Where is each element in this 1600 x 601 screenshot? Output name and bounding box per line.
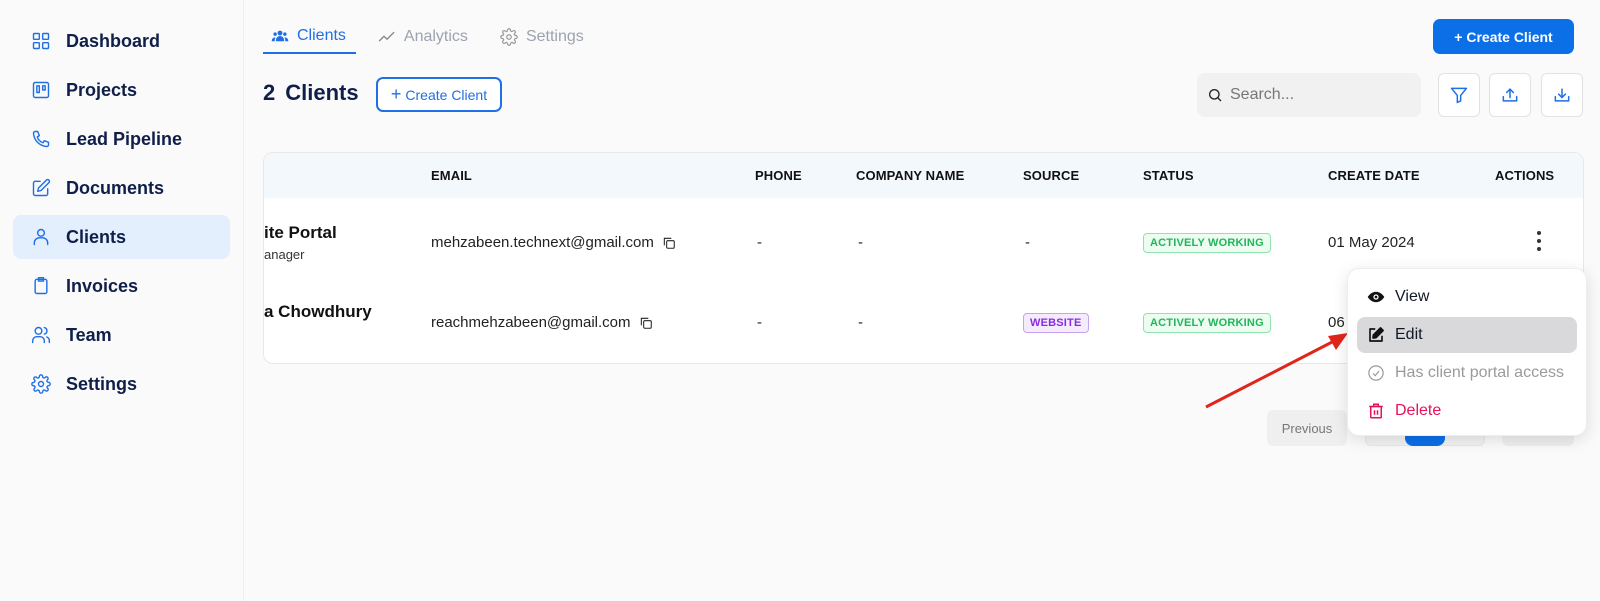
- search-icon: [1209, 89, 1222, 102]
- client-company: -: [858, 234, 863, 251]
- menu-item-label: Has client portal access: [1395, 364, 1564, 381]
- download-icon: [1554, 88, 1570, 102]
- sidebar-item-label: Settings: [66, 373, 138, 394]
- menu-item-edit[interactable]: Edit: [1357, 317, 1577, 353]
- eye-icon: [1367, 291, 1385, 303]
- column-header-email[interactable]: EMAIL: [431, 168, 472, 183]
- menu-item-view[interactable]: View: [1357, 279, 1577, 315]
- kanban-icon: [31, 80, 51, 100]
- check-circle-icon: [1368, 365, 1384, 381]
- edit-document-icon: [31, 178, 51, 198]
- filter-button[interactable]: [1438, 73, 1480, 117]
- email-text: reachmehzabeen@gmail.com: [431, 314, 631, 331]
- create-client-label: Create Client: [405, 86, 488, 103]
- upload-icon: [1502, 88, 1518, 102]
- client-email: reachmehzabeen@gmail.com: [431, 314, 653, 331]
- table-row[interactable]: ite Portal anager mehzabeen.technext@gma…: [264, 198, 1583, 278]
- client-phone: -: [757, 234, 762, 251]
- kebab-dot: [1537, 247, 1541, 251]
- status-badge: ACTIVELY WORKING: [1143, 233, 1271, 253]
- sidebar-item-projects[interactable]: Projects: [13, 68, 230, 112]
- tab-settings[interactable]: Settings: [492, 20, 594, 54]
- sidebar-item-dashboard[interactable]: Dashboard: [13, 19, 230, 63]
- trend-icon: [378, 31, 395, 42]
- client-create-date: 01 May 2024: [1328, 234, 1415, 251]
- download-button[interactable]: [1541, 73, 1583, 117]
- app-root: Dashboard Projects Lead Pipeline Documen…: [0, 0, 1600, 601]
- client-count: 2: [263, 80, 276, 105]
- client-create-date: 06: [1328, 314, 1345, 331]
- column-header-phone[interactable]: PHONE: [755, 168, 802, 183]
- sidebar-item-label: Team: [66, 324, 112, 345]
- column-header-status[interactable]: STATUS: [1143, 168, 1194, 183]
- client-name[interactable]: a Chowdhury: [264, 302, 372, 322]
- gear-icon: [500, 28, 518, 46]
- menu-item-label: View: [1395, 288, 1430, 305]
- menu-item-label: Edit: [1395, 326, 1423, 343]
- plus-icon: +: [390, 84, 402, 104]
- phone-icon: [31, 129, 51, 149]
- sidebar-item-documents[interactable]: Documents: [13, 166, 230, 210]
- table-header: EMAIL PHONE COMPANY NAME SOURCE STATUS C…: [264, 153, 1583, 198]
- client-count-label: Clients: [285, 80, 359, 105]
- upload-button[interactable]: [1489, 73, 1531, 117]
- menu-item-delete[interactable]: Delete: [1357, 393, 1577, 429]
- tab-label: Clients: [297, 27, 346, 44]
- tab-analytics[interactable]: Analytics: [370, 20, 478, 54]
- tab-bar: Clients Analytics Settings: [263, 20, 608, 54]
- client-source: -: [1025, 234, 1030, 251]
- row-actions-button[interactable]: [1535, 231, 1543, 251]
- sidebar-item-team[interactable]: Team: [13, 313, 230, 357]
- sidebar-item-settings[interactable]: Settings: [13, 362, 230, 406]
- email-text: mehzabeen.technext@gmail.com: [431, 234, 654, 251]
- kebab-dot: [1537, 239, 1541, 243]
- client-name[interactable]: ite Portal: [264, 223, 337, 243]
- column-header-company[interactable]: COMPANY NAME: [856, 168, 964, 183]
- sidebar-item-label: Invoices: [66, 275, 139, 296]
- users-icon: [271, 30, 289, 42]
- sidebar-item-lead-pipeline[interactable]: Lead Pipeline: [13, 117, 230, 161]
- pencil-square-icon: [1369, 327, 1384, 342]
- clipboard-icon: [31, 276, 51, 296]
- sidebar-item-label: Projects: [66, 79, 138, 100]
- sidebar-item-label: Documents: [66, 177, 165, 198]
- kebab-dot: [1537, 231, 1541, 235]
- users-icon: [31, 325, 51, 345]
- sidebar-item-label: Lead Pipeline: [66, 128, 183, 149]
- column-header-source[interactable]: SOURCE: [1023, 168, 1079, 183]
- source-badge: WEBSITE: [1023, 313, 1089, 333]
- sidebar-item-label: Clients: [66, 226, 127, 247]
- tab-label: Analytics: [403, 28, 468, 45]
- tab-clients[interactable]: Clients: [263, 20, 356, 54]
- menu-item-label: Delete: [1395, 402, 1442, 419]
- sidebar-item-label: Dashboard: [66, 30, 161, 51]
- sidebar-item-clients[interactable]: Clients: [13, 215, 230, 259]
- client-role: anager: [264, 247, 305, 262]
- client-company: -: [858, 314, 863, 331]
- client-phone: -: [757, 314, 762, 331]
- search-box: [1197, 73, 1421, 117]
- page-title: 2 Clients: [263, 80, 359, 106]
- grid-icon: [31, 31, 51, 51]
- sidebar: Dashboard Projects Lead Pipeline Documen…: [0, 0, 244, 601]
- status-badge: ACTIVELY WORKING: [1143, 313, 1271, 333]
- client-email: mehzabeen.technext@gmail.com: [431, 234, 676, 251]
- create-client-button[interactable]: + Create Client: [1433, 19, 1574, 54]
- column-header-create-date[interactable]: CREATE DATE: [1328, 168, 1420, 183]
- gear-icon: [31, 374, 51, 394]
- row-actions-menu: View Edit Has client portal access Delet…: [1347, 268, 1587, 436]
- menu-item-client-portal-access[interactable]: Has client portal access: [1357, 355, 1577, 391]
- user-icon: [31, 227, 51, 247]
- trash-icon: [1369, 403, 1383, 419]
- filter-icon: [1450, 87, 1468, 104]
- tab-label: Settings: [525, 28, 584, 45]
- copy-icon[interactable]: [639, 316, 653, 330]
- sidebar-item-invoices[interactable]: Invoices: [13, 264, 230, 308]
- search-input[interactable]: [1230, 86, 1410, 104]
- copy-icon[interactable]: [662, 236, 676, 250]
- pagination-previous-button[interactable]: Previous: [1267, 410, 1347, 446]
- column-header-actions: ACTIONS: [1495, 168, 1555, 183]
- create-client-outline-button[interactable]: + Create Client: [376, 77, 502, 112]
